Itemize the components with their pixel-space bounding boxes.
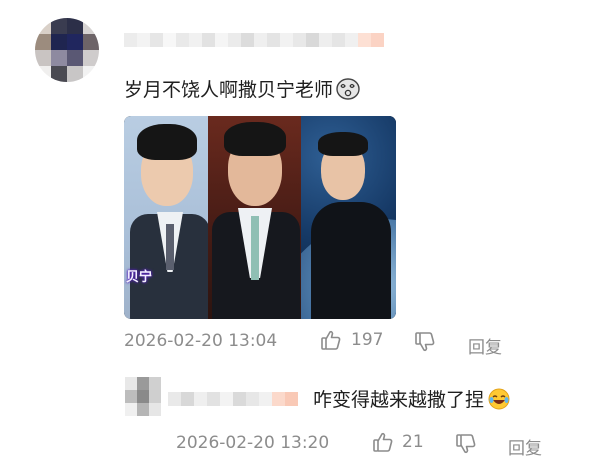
image-panel-middle xyxy=(208,116,301,319)
reply-reply-button[interactable]: 回复 xyxy=(508,434,542,459)
dizzy-face-icon xyxy=(336,77,360,100)
reply-meta-row: 2026-02-20 13:20 xyxy=(176,433,329,453)
comment-text: 岁月不饶人啊撒贝宁老师 xyxy=(124,79,334,101)
comment-like-button[interactable]: 197 xyxy=(320,329,383,351)
reply-username-redacted[interactable] xyxy=(168,392,298,406)
reply-reply-label: 回复 xyxy=(508,439,542,459)
comment-reply-button[interactable]: 回复 xyxy=(468,333,502,358)
avatar[interactable] xyxy=(35,18,99,82)
reply-dislike-button[interactable] xyxy=(455,433,477,455)
thumbs-up-icon xyxy=(372,431,394,453)
image-caption: 贝宁 xyxy=(126,270,153,285)
reply-like-button[interactable]: 21 xyxy=(372,431,424,453)
image-panel-young: 贝宁 xyxy=(124,116,208,319)
reply-like-count: 21 xyxy=(402,432,424,452)
reply-text-row: 咋变得越来越撒了捏 xyxy=(313,385,510,412)
thumbs-down-icon xyxy=(414,331,436,353)
reply-avatar[interactable] xyxy=(125,377,161,417)
comment-reply-label: 回复 xyxy=(468,338,502,358)
username-redacted[interactable] xyxy=(124,33,384,47)
comment-meta-row: 2026-02-20 13:04 xyxy=(124,331,277,351)
comment-like-count: 197 xyxy=(351,330,384,350)
comment-text-row: 岁月不饶人啊撒贝宁老师 xyxy=(124,75,360,102)
thumbs-up-icon xyxy=(320,329,342,351)
comment-timestamp: 2026-02-20 13:04 xyxy=(124,331,278,351)
image-panel-space xyxy=(301,116,396,319)
comment-image[interactable]: 贝宁 xyxy=(124,116,396,319)
laughing-tears-icon xyxy=(488,388,510,410)
comment-dislike-button[interactable] xyxy=(414,331,436,353)
reply-timestamp: 2026-02-20 13:20 xyxy=(176,433,330,453)
thumbs-down-icon xyxy=(455,433,477,455)
reply-text: 咋变得越来越撒了捏 xyxy=(313,389,485,411)
